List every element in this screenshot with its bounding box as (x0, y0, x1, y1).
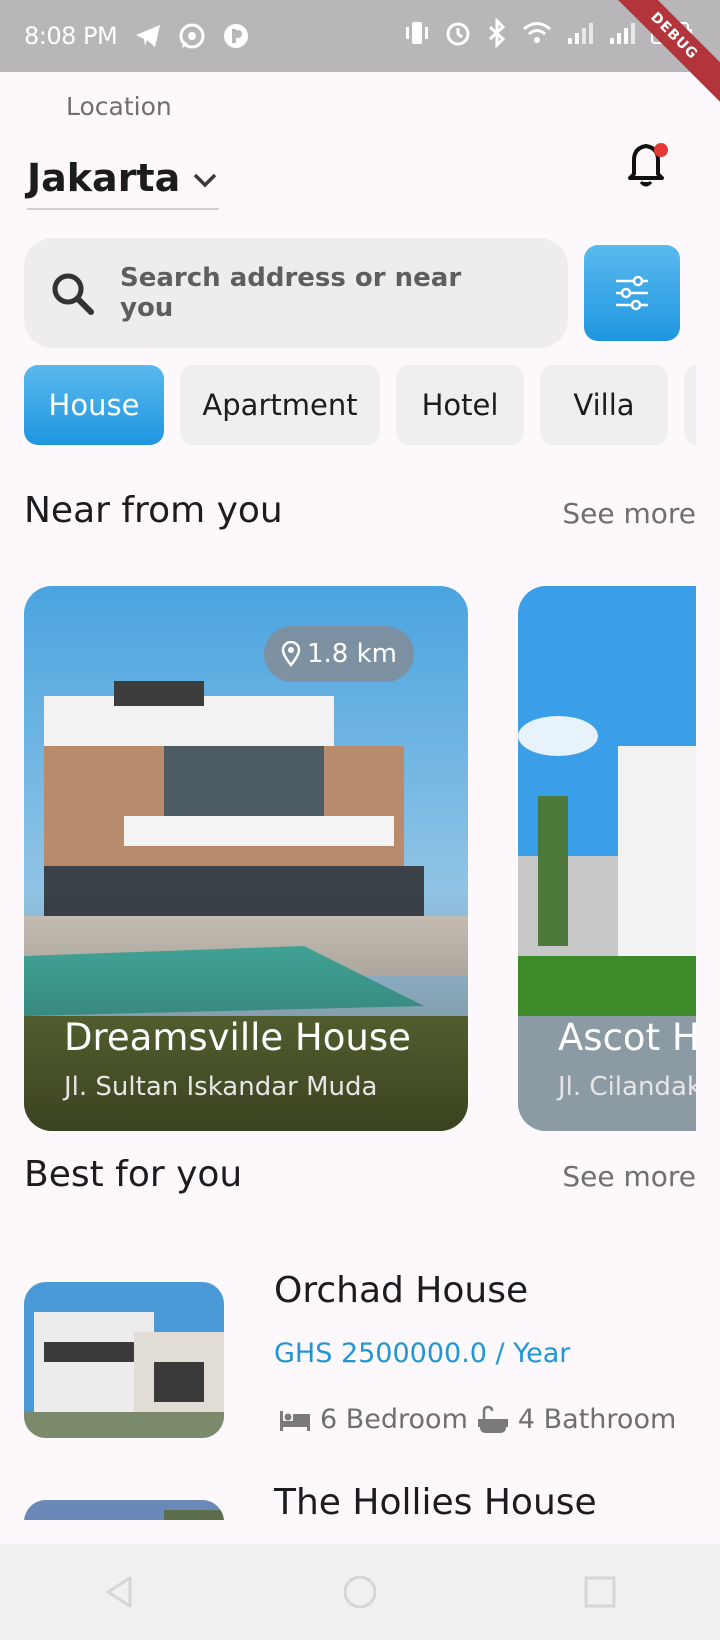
list-item[interactable]: Orchad House GHS 2500000.0 / Year 6 Bedr… (24, 1270, 696, 1442)
property-name: Dreamsville House (64, 1016, 411, 1059)
sliders-icon (616, 275, 648, 311)
bathtub-icon (477, 1405, 508, 1433)
signal-icon (568, 23, 593, 44)
location-label: Location (66, 92, 172, 121)
distance-badge: 1.8 km (264, 626, 414, 682)
bell-icon (628, 143, 668, 187)
list-item-clipped[interactable]: The Hollies House (0, 1440, 720, 1520)
distance-text: 1.8 km (307, 639, 397, 669)
see-more-best-link[interactable]: See more (562, 1160, 696, 1193)
category-tabs: House Apartment Hotel Villa (24, 365, 696, 445)
search-icon (52, 273, 94, 315)
home-icon[interactable] (340, 1572, 380, 1612)
status-time: 8:08 PM (24, 22, 118, 50)
property-address: Jl. Cilandak Tengah (558, 1072, 696, 1102)
tab-house[interactable]: House (24, 365, 164, 445)
tab-more[interactable] (684, 365, 696, 445)
vibrate-icon (406, 22, 428, 44)
notification-dot (654, 143, 668, 157)
system-nav-bar (0, 1544, 720, 1640)
alarm-icon (446, 22, 470, 46)
filter-button[interactable] (584, 245, 680, 341)
search-input[interactable]: Search address or near you (120, 263, 520, 323)
tab-label: Apartment (202, 388, 358, 422)
chevron-down-icon (194, 173, 217, 188)
back-icon[interactable] (100, 1572, 140, 1612)
status-bar: 8:08 PM DEBUG (0, 0, 720, 110)
bedroom-count: 6 Bedroom (320, 1404, 468, 1435)
pocket-icon (221, 21, 251, 51)
tab-villa[interactable]: Villa (540, 365, 668, 445)
notification-button[interactable] (626, 140, 670, 188)
see-more-near-link[interactable]: See more (562, 497, 696, 530)
search-bar[interactable]: Search address or near you (24, 238, 568, 348)
property-card[interactable]: Ascot House Jl. Cilandak Tengah (518, 586, 696, 1131)
tab-hotel[interactable]: Hotel (396, 365, 524, 445)
property-thumbnail (24, 1500, 224, 1520)
property-address: Jl. Sultan Iskandar Muda (64, 1072, 378, 1102)
bathroom-count: 4 Bathroom (517, 1404, 677, 1435)
location-pin-icon (281, 641, 301, 667)
status-app-icons (133, 21, 251, 51)
whatsapp-icon (177, 21, 207, 51)
section-title-best: Best for you (24, 1154, 243, 1195)
signal-icon (610, 23, 635, 44)
property-name: Ascot House (558, 1016, 696, 1059)
debug-banner: DEBUG (600, 0, 720, 110)
section-title-near: Near from you (24, 490, 283, 531)
tab-label: Hotel (421, 388, 499, 422)
telegram-icon (133, 21, 163, 51)
property-features: 6 Bedroom 4 Bathroom (278, 1404, 676, 1435)
tab-label: Villa (573, 388, 635, 422)
tab-apartment[interactable]: Apartment (180, 365, 380, 445)
near-cards-carousel: 1.8 km Dreamsville House Jl. Sultan Iska… (24, 586, 696, 1142)
location-dropdown[interactable]: Jakarta (27, 148, 219, 210)
location-value: Jakarta (27, 156, 181, 200)
bed-icon (280, 1410, 310, 1431)
property-price: GHS 2500000.0 / Year (274, 1338, 571, 1369)
tab-label: House (48, 388, 140, 422)
bluetooth-icon (488, 18, 506, 48)
recents-icon[interactable] (580, 1572, 620, 1612)
property-name: Orchad House (274, 1270, 529, 1311)
property-thumbnail (24, 1282, 224, 1438)
property-name: The Hollies House (274, 1482, 597, 1520)
property-card[interactable]: 1.8 km Dreamsville House Jl. Sultan Iska… (24, 586, 468, 1131)
wifi-icon (523, 22, 551, 43)
